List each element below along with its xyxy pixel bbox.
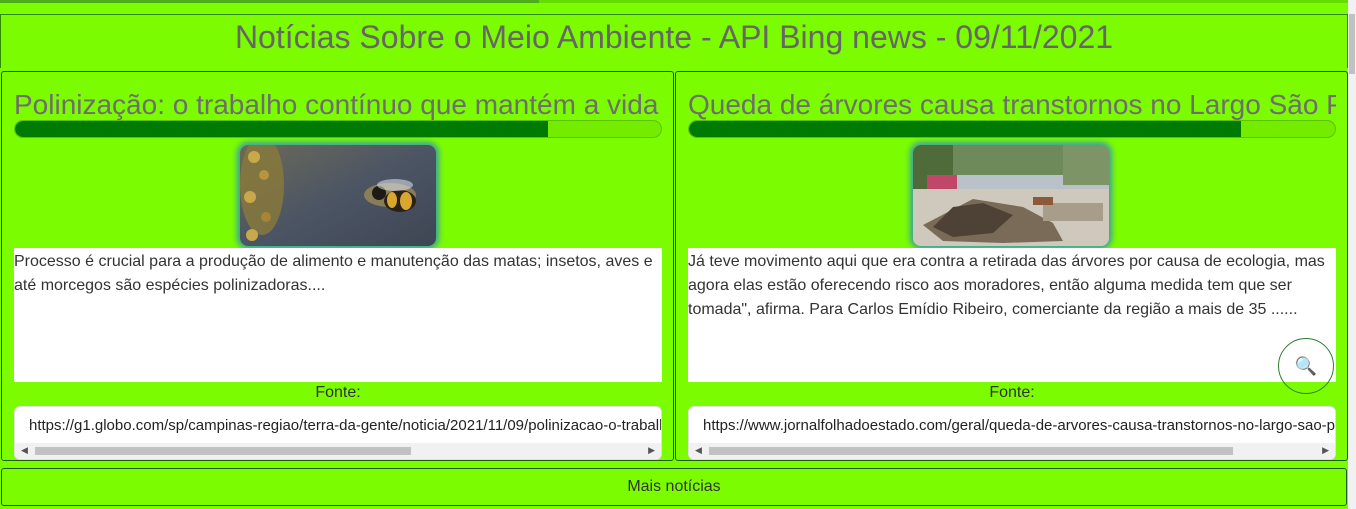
news-card: Polinização: o trabalho contínuo que man…: [1, 71, 674, 461]
source-url-link[interactable]: https://g1.globo.com/sp/campinas-regiao/…: [29, 417, 661, 434]
news-image[interactable]: [913, 145, 1109, 246]
news-description-box: Já teve movimento aqui que era contra a …: [688, 248, 1336, 382]
more-news-button[interactable]: Mais notícias: [1, 468, 1347, 506]
bee-photo-icon: [240, 145, 436, 246]
scrollbar-thumb[interactable]: [709, 447, 1233, 455]
news-progress-bar: [688, 120, 1336, 138]
page-title: Notícias Sobre o Meio Ambiente - API Bin…: [234, 19, 1114, 55]
page-vertical-scrollbar[interactable]: [1348, 0, 1356, 509]
source-label: Fonte:: [989, 384, 1035, 401]
news-progress-fill: [689, 121, 1242, 137]
source-url-link[interactable]: https://www.jornalfolhadoestado.com/gera…: [703, 417, 1335, 434]
url-horizontal-scrollbar[interactable]: ◀ ▶: [15, 443, 661, 459]
news-description-box: Processo é crucial para a produção de al…: [14, 248, 662, 382]
source-url-box[interactable]: https://www.jornalfolhadoestado.com/gera…: [688, 406, 1336, 460]
page-progress-bar: [0, 0, 1348, 3]
source-url-box[interactable]: https://g1.globo.com/sp/campinas-regiao/…: [14, 406, 662, 460]
magnifier-icon: 🔍: [1294, 355, 1318, 376]
news-progress-fill: [15, 121, 548, 137]
scroll-right-arrow-icon[interactable]: ▶: [648, 445, 655, 456]
news-description: Processo é crucial para a produção de al…: [14, 253, 653, 294]
url-horizontal-scrollbar[interactable]: ◀ ▶: [689, 443, 1335, 459]
page-progress-fill: [0, 0, 540, 3]
scrollbar-thumb[interactable]: [35, 447, 411, 455]
scrollbar-thumb[interactable]: [1349, 14, 1355, 74]
source-label: Fonte:: [315, 384, 361, 401]
news-cards: Polinização: o trabalho contínuo que man…: [1, 71, 1348, 461]
fallen-tree-photo-icon: [913, 145, 1109, 246]
news-card: Queda de árvores causa transtornos no La…: [675, 71, 1348, 461]
search-button[interactable]: 🔍: [1278, 338, 1334, 394]
scroll-right-arrow-icon[interactable]: ▶: [1322, 445, 1329, 456]
scroll-left-arrow-icon[interactable]: ◀: [21, 445, 28, 456]
news-image[interactable]: [240, 145, 436, 246]
page-header: Notícias Sobre o Meio Ambiente - API Bin…: [0, 14, 1348, 68]
news-title: Queda de árvores causa transtornos no La…: [688, 89, 1336, 120]
news-progress-bar: [14, 120, 662, 138]
news-title: Polinização: o trabalho contínuo que man…: [14, 89, 659, 120]
scroll-left-arrow-icon[interactable]: ◀: [695, 445, 702, 456]
news-description: Já teve movimento aqui que era contra a …: [688, 253, 1325, 318]
